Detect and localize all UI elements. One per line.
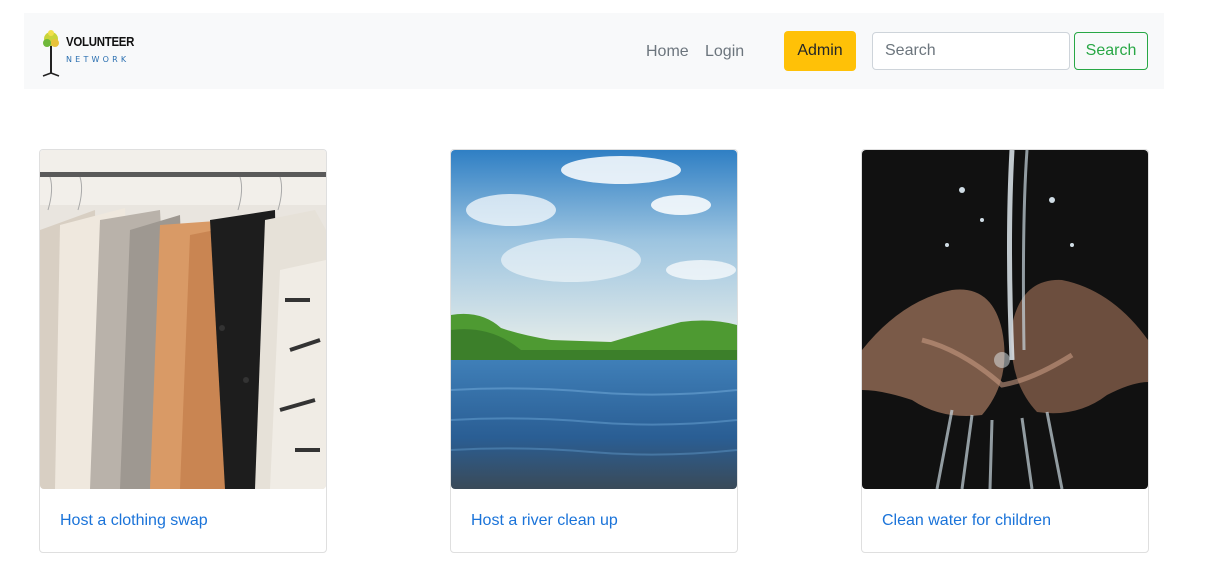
logo-subtitle: NETWORK: [66, 55, 130, 64]
event-card-river-clean-up[interactable]: Host a river clean up: [450, 149, 738, 553]
event-card-clean-water[interactable]: Clean water for children: [861, 149, 1149, 553]
card-title-link[interactable]: Host a river clean up: [471, 512, 618, 530]
search-input[interactable]: [872, 32, 1070, 70]
navbar: VOLUNTEER NETWORK Home Login Admin Searc…: [24, 13, 1164, 89]
card-title-link[interactable]: Host a clothing swap: [60, 512, 208, 530]
water-hands-image: [862, 150, 1148, 489]
clothes-rack-image: [40, 150, 326, 489]
logo-title: VOLUNTEER: [66, 34, 135, 49]
volunteer-network-logo[interactable]: VOLUNTEER NETWORK: [39, 27, 134, 77]
event-card-clothing-swap[interactable]: Host a clothing swap: [39, 149, 327, 553]
river-landscape-image: [451, 150, 737, 489]
nav-login-link[interactable]: Login: [705, 42, 744, 62]
admin-button[interactable]: Admin: [784, 31, 856, 71]
search-button[interactable]: Search: [1074, 32, 1148, 70]
tree-logo-icon: [42, 30, 60, 77]
nav-home-link[interactable]: Home: [646, 42, 689, 62]
card-title-link[interactable]: Clean water for children: [882, 512, 1051, 530]
